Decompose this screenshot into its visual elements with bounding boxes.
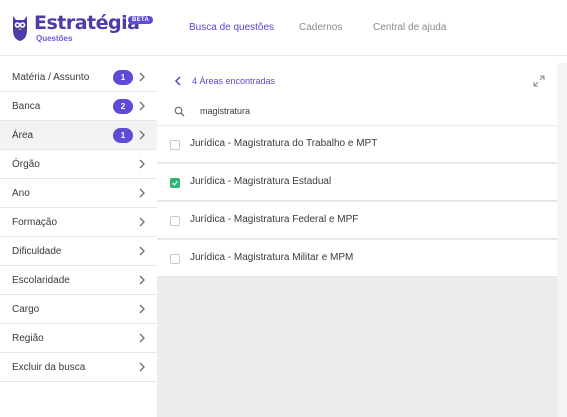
filter-sidebar: Matéria / Assunto 1 Banca 2 Área 1 Órgão… [0, 63, 157, 417]
chevron-left-icon[interactable] [174, 76, 182, 86]
checkbox[interactable] [170, 216, 180, 226]
option-magistratura-trabalho-mpt[interactable]: Jurídica - Magistratura do Trabalho e MP… [157, 126, 557, 163]
filter-label: Matéria / Assunto [12, 71, 90, 83]
option-label: Jurídica - Magistratura Militar e MPM [190, 252, 354, 263]
chevron-right-icon [139, 362, 145, 372]
filter-dificuldade[interactable]: Dificuldade [0, 237, 157, 266]
filter-excluir-da-busca[interactable]: Excluir da busca [0, 353, 157, 382]
top-header: Estratégia Questões BETA Busca de questõ… [0, 0, 567, 56]
option-label: Jurídica - Magistratura do Trabalho e MP… [190, 138, 378, 149]
filter-label: Área [12, 129, 34, 141]
nav-central-de-ajuda[interactable]: Central de ajuda [373, 22, 446, 33]
chevron-right-icon [139, 159, 145, 169]
filter-area[interactable]: Área 1 [0, 121, 157, 150]
option-label: Jurídica - Magistratura Estadual [190, 176, 332, 187]
count-badge: 1 [113, 128, 133, 143]
option-label: Jurídica - Magistratura Federal e MPF [190, 214, 359, 225]
filter-label: Cargo [12, 303, 40, 315]
panel-topbar: 4 Áreas encontradas [157, 63, 557, 99]
chevron-right-icon [139, 130, 145, 140]
option-magistratura-militar-mpm[interactable]: Jurídica - Magistratura Militar e MPM [157, 240, 557, 277]
owl-logo-icon [13, 16, 27, 41]
option-magistratura-federal-mpf[interactable]: Jurídica - Magistratura Federal e MPF [157, 202, 557, 239]
beta-badge: BETA [128, 16, 154, 24]
nav-busca-de-questoes[interactable]: Busca de questões [189, 22, 274, 33]
search-input[interactable] [200, 103, 530, 119]
nav-cadernos[interactable]: Cadernos [299, 22, 342, 33]
filter-label: Região [12, 332, 44, 344]
results-count: 4 Áreas encontradas [192, 76, 276, 86]
filter-formacao[interactable]: Formação [0, 208, 157, 237]
filter-label: Formação [12, 216, 58, 228]
chevron-right-icon [139, 304, 145, 314]
chevron-right-icon [139, 101, 145, 111]
chevron-right-icon [139, 246, 145, 256]
brand-subtitle: Questões [36, 34, 73, 43]
filter-label: Dificuldade [12, 245, 62, 257]
check-icon [172, 180, 178, 186]
filter-materia-assunto[interactable]: Matéria / Assunto 1 [0, 63, 157, 92]
option-magistratura-estadual[interactable]: Jurídica - Magistratura Estadual [157, 164, 557, 201]
filter-cargo[interactable]: Cargo [0, 295, 157, 324]
count-badge: 1 [113, 70, 133, 85]
chevron-right-icon [139, 275, 145, 285]
filter-escolaridade[interactable]: Escolaridade [0, 266, 157, 295]
filter-label: Escolaridade [12, 274, 70, 286]
expand-icon[interactable] [533, 75, 545, 87]
right-edge-strip [557, 63, 567, 417]
brand-name: Estratégia [34, 12, 140, 34]
filter-ano[interactable]: Ano [0, 179, 157, 208]
chevron-right-icon [139, 333, 145, 343]
checkbox-checked[interactable] [170, 178, 180, 188]
checkbox[interactable] [170, 140, 180, 150]
logo[interactable]: Estratégia Questões BETA [10, 12, 154, 43]
chevron-right-icon [139, 217, 145, 227]
chevron-right-icon [139, 188, 145, 198]
filter-orgao[interactable]: Órgão [0, 150, 157, 179]
filter-banca[interactable]: Banca 2 [0, 92, 157, 121]
filter-label: Órgão [12, 158, 40, 170]
filter-label: Ano [12, 187, 30, 199]
chevron-right-icon [139, 72, 145, 82]
options-panel: 4 Áreas encontradas Jurídica - Magistrat… [157, 63, 557, 417]
count-badge: 2 [113, 99, 133, 114]
filter-label: Excluir da busca [12, 361, 86, 373]
filter-label: Banca [12, 100, 41, 112]
checkbox[interactable] [170, 254, 180, 264]
search-icon [174, 106, 185, 117]
filter-regiao[interactable]: Região [0, 324, 157, 353]
